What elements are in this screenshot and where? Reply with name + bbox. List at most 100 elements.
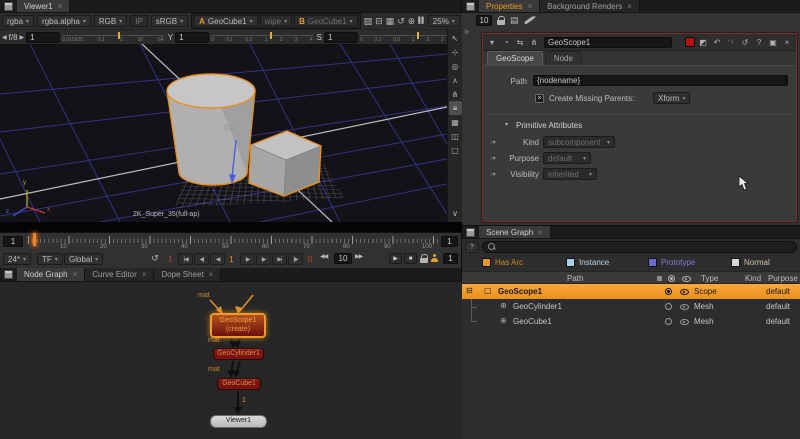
- play-backward-button[interactable]: ◀: [210, 253, 225, 265]
- viewer-process-dropdown[interactable]: sRGB▾: [151, 15, 188, 27]
- tab-dope-sheet[interactable]: Dope Sheet ×: [154, 268, 221, 281]
- goto-end-button[interactable]: |▶: [288, 253, 303, 265]
- prev-keyframe-button[interactable]: ◀|: [194, 253, 209, 265]
- playhead[interactable]: [33, 233, 36, 246]
- checkerboard-icon[interactable]: ▦: [386, 16, 395, 27]
- panel-menu-icon[interactable]: [4, 2, 13, 11]
- gain-prev-icon[interactable]: ◀: [2, 34, 7, 41]
- revert-icon[interactable]: ↺: [739, 36, 751, 49]
- zoom-level-dropdown[interactable]: 25%▾: [428, 15, 460, 27]
- switch-icon[interactable]: ⇆: [514, 36, 526, 49]
- float-panel-icon[interactable]: ▣: [767, 36, 779, 49]
- vertex-select-tool-icon[interactable]: ▦: [449, 115, 462, 129]
- range-end-field[interactable]: 1: [441, 236, 458, 247]
- render-toggle-icon[interactable]: [665, 318, 672, 325]
- scene-graph-row-geocylinder1[interactable]: ⊕ GeoCylinder1 Mesh default: [462, 299, 800, 314]
- column-type[interactable]: Type: [701, 274, 718, 283]
- tab-scene-graph[interactable]: Scene Graph ×: [479, 226, 551, 238]
- column-path[interactable]: Path: [567, 274, 583, 283]
- lock-panels-icon[interactable]: [497, 16, 505, 25]
- user-playback-icon[interactable]: [430, 254, 439, 263]
- lock-range-icon[interactable]: [420, 254, 428, 263]
- purpose-dropdown[interactable]: default▾: [543, 152, 591, 164]
- help-button[interactable]: ?: [465, 241, 479, 253]
- create-missing-checkbox[interactable]: ×: [535, 94, 544, 103]
- node-geoscope1[interactable]: GeoScope1 (create): [210, 313, 266, 338]
- input-process-toggle[interactable]: IP: [130, 15, 148, 27]
- film-icon[interactable]: ▤: [510, 15, 519, 26]
- select-tool-icon[interactable]: ↖: [449, 31, 462, 45]
- step-forward-button[interactable]: ▶: [240, 253, 255, 265]
- node-graph-canvas[interactable]: mat mat mat 1 GeoScope1 (create) GeoCyli…: [0, 282, 462, 439]
- gain-slider[interactable]: 0.0156250.111064: [62, 31, 166, 44]
- render-visibility-icon[interactable]: [668, 275, 675, 282]
- tab-curve-editor[interactable]: Curve Editor ×: [85, 268, 154, 281]
- node-geocube1[interactable]: GeoCube1: [217, 378, 261, 390]
- close-icon[interactable]: ×: [142, 270, 147, 279]
- flipbook-play-icon[interactable]: ▶: [389, 253, 402, 264]
- viewport-3d[interactable]: 0.1 2K_Super_35(full-ap) y x z: [0, 44, 447, 222]
- tab-node[interactable]: Node: [545, 51, 582, 65]
- create-missing-dropdown[interactable]: Xform▾: [653, 92, 690, 104]
- visibility-toggle-icon[interactable]: [680, 302, 689, 310]
- gamma-field[interactable]: 1: [175, 32, 209, 43]
- help-button[interactable]: ?: [753, 36, 765, 49]
- minimize-caret-icon[interactable]: ▾: [486, 36, 498, 49]
- close-icon[interactable]: ×: [627, 2, 632, 11]
- loop-mode-icon[interactable]: ↺: [148, 253, 162, 264]
- visibility-toggle-icon[interactable]: [680, 287, 689, 295]
- increment-icon[interactable]: ▶▶: [355, 253, 362, 260]
- sat-field[interactable]: 1: [324, 32, 358, 43]
- input-a-dropdown[interactable]: AGeoCube1▾: [194, 15, 258, 27]
- more-tools-icon[interactable]: ∨: [449, 206, 462, 220]
- panel-menu-icon[interactable]: [466, 228, 475, 237]
- visibility-dropdown[interactable]: inherited▾: [543, 168, 597, 180]
- gamma-slider[interactable]: 00.10.51234: [211, 31, 315, 44]
- column-kind[interactable]: Kind: [745, 274, 761, 283]
- close-panel-icon[interactable]: ×: [781, 36, 793, 49]
- wipe-dropdown[interactable]: wipe▾: [260, 15, 292, 27]
- face-select-tool-icon[interactable]: ◫: [449, 129, 462, 143]
- max-panels-field[interactable]: 10: [476, 15, 492, 26]
- tab-background-renders[interactable]: Background Renders ×: [540, 0, 640, 12]
- section-caret-icon[interactable]: ▾: [505, 121, 508, 128]
- swap-ab-icon[interactable]: ↺: [397, 16, 405, 27]
- roi-icon[interactable]: ⊕: [408, 16, 416, 27]
- translate-tool-icon[interactable]: ⊹: [449, 45, 462, 59]
- pause-icon[interactable]: ▌▌: [418, 18, 425, 24]
- clock-icon[interactable]: ◔: [500, 36, 512, 49]
- user-knobs-icon[interactable]: ⋔: [528, 36, 540, 49]
- composite-icon[interactable]: ⊟: [375, 16, 383, 27]
- hierarchy-tool-icon[interactable]: ⋏: [449, 73, 462, 87]
- column-purpose[interactable]: Purpose: [768, 274, 798, 283]
- kind-dropdown[interactable]: subcomponent▾: [543, 136, 615, 148]
- gain-field[interactable]: 1: [26, 32, 60, 43]
- edit-icon[interactable]: [524, 16, 534, 24]
- close-icon[interactable]: ×: [538, 228, 543, 237]
- selection-mode-tool-icon[interactable]: ≡: [449, 101, 462, 115]
- frame-ruler[interactable]: 10 20 30 40 50 60 70 80 90 100: [28, 235, 438, 251]
- close-icon[interactable]: ×: [527, 2, 532, 11]
- panel-menu-icon[interactable]: [4, 270, 13, 279]
- tab-viewer1[interactable]: Viewer1 ×: [17, 0, 70, 12]
- frame-increment-field[interactable]: 10: [334, 253, 352, 264]
- render-toggle-icon[interactable]: [665, 303, 672, 310]
- fps-dropdown[interactable]: 24*▾: [3, 253, 31, 265]
- search-input[interactable]: [482, 241, 797, 253]
- gain-next-icon[interactable]: ▶: [20, 34, 25, 41]
- node-viewer1[interactable]: Viewer1: [210, 415, 267, 428]
- layer-dropdown[interactable]: rgba▾: [2, 15, 34, 27]
- decrement-icon[interactable]: ◀◀: [320, 253, 327, 260]
- input-b-dropdown[interactable]: BGeoCube1▾: [294, 15, 358, 27]
- tab-properties[interactable]: Properties ×: [479, 0, 540, 12]
- range-scope-dropdown[interactable]: Global▾: [64, 253, 103, 265]
- visibility-toggle-icon[interactable]: [680, 317, 689, 325]
- sat-slider[interactable]: 00.10.51234: [360, 31, 460, 44]
- close-icon[interactable]: ×: [58, 2, 63, 11]
- channels-dropdown[interactable]: RGB▾: [94, 15, 127, 27]
- node-color-swatch[interactable]: [685, 37, 695, 47]
- node-geocylinder1[interactable]: GeoCylinder1: [213, 348, 264, 360]
- alpha-layer-dropdown[interactable]: rgba.alpha▾: [37, 15, 91, 27]
- redo-icon[interactable]: ↷: [725, 36, 737, 49]
- node-name-field[interactable]: GeoScope1: [544, 37, 672, 48]
